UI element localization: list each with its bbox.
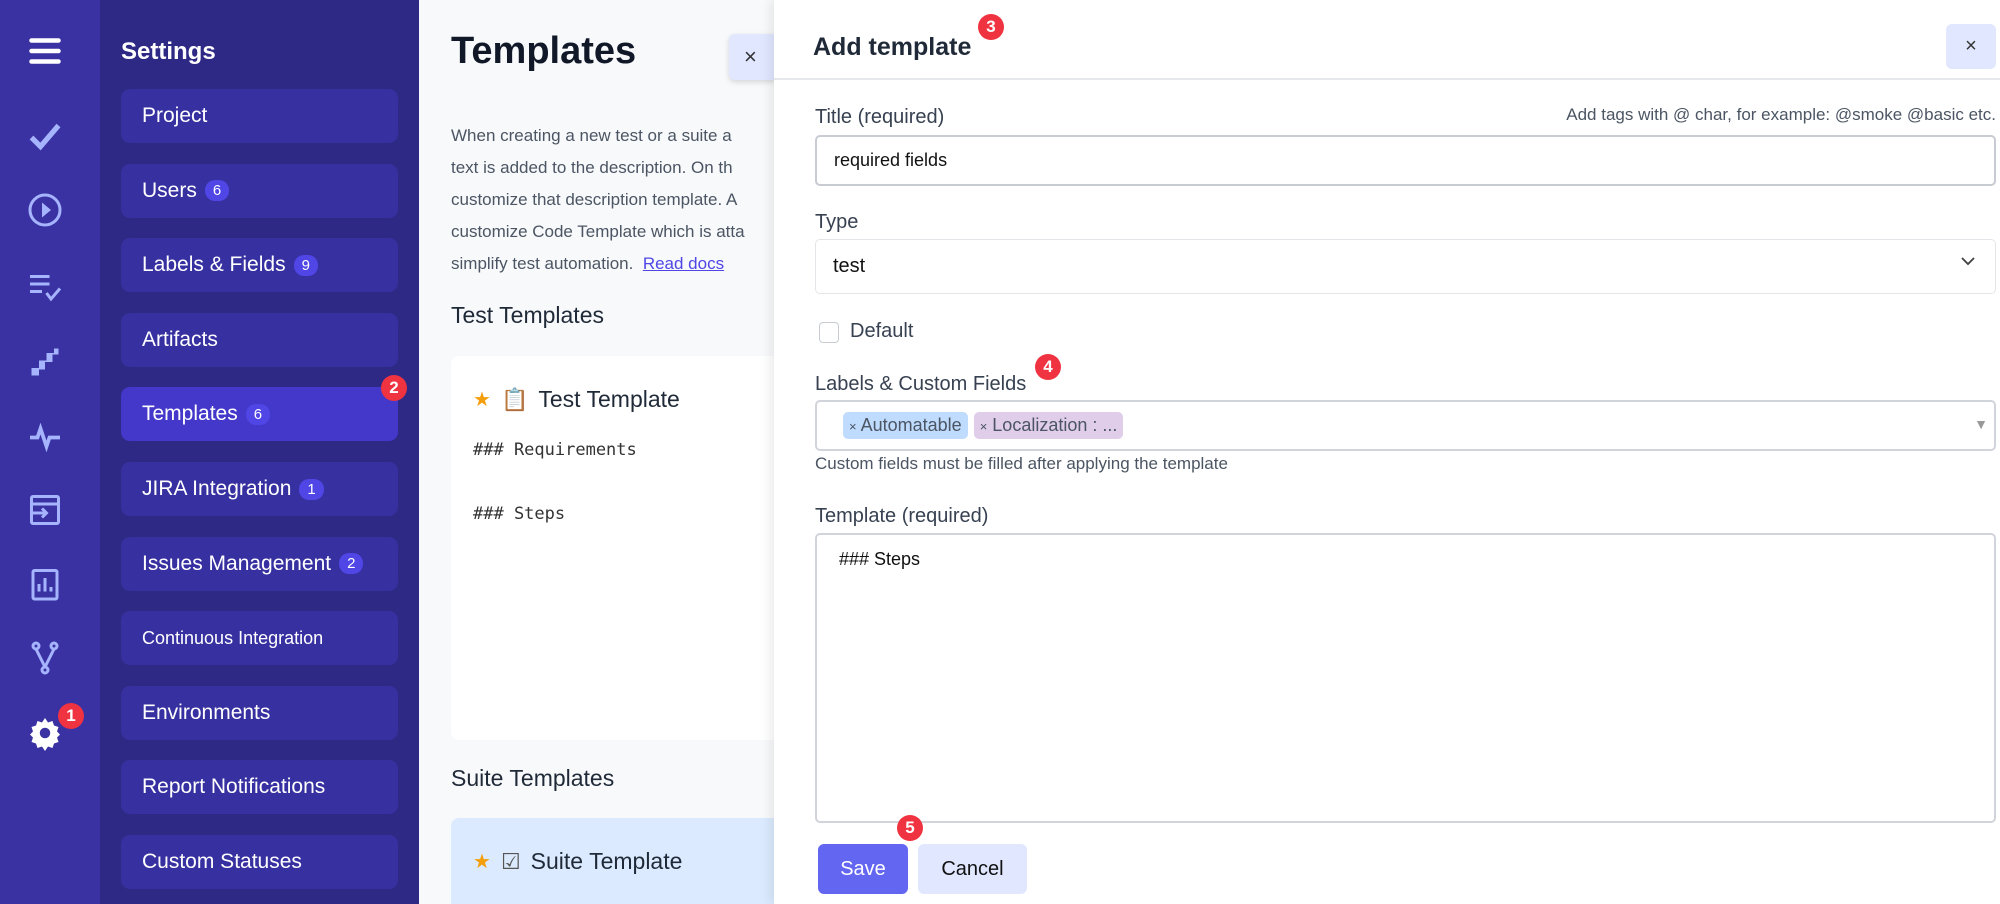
caret-down-icon: ▼ [1974,416,1988,432]
marker-5: 5 [897,815,923,841]
icon-rail: 1 [0,0,100,904]
star-icon: ★ [473,851,491,873]
sidebar-item-label: Continuous Integration [142,627,324,648]
checklist-icon[interactable] [25,267,65,307]
suite-templates-heading: Suite Templates [451,765,615,791]
sidebar-item-label: Project [142,104,208,127]
card-title: Test Template [538,386,680,412]
drawer-title: Add template [813,33,972,61]
check-icon[interactable] [25,116,65,156]
card-line: ### Requirements [473,440,637,460]
type-select[interactable]: test [815,239,1996,294]
count-badge: 2 [339,553,364,575]
sidebar-item-project[interactable]: Project [121,89,398,143]
sidebar-item-custom-statuses[interactable]: Custom Statuses [121,835,398,889]
test-templates-heading: Test Templates [451,302,604,328]
chip-label: Localization : ... [992,415,1118,435]
description-line: customize Code Template which is atta [451,222,745,241]
default-label: Default [850,320,914,342]
description-line: simplify test automation. [451,254,634,273]
sidebar-item-templates[interactable]: Templates 6 [121,387,398,442]
branch-icon[interactable] [25,638,65,678]
marker-4: 4 [1035,354,1061,380]
sidebar-item-users[interactable]: Users 6 [121,163,398,218]
sidebar-item-report-notifications[interactable]: Report Notifications [121,760,398,815]
pulse-icon[interactable] [25,416,65,456]
count-badge: 9 [293,254,318,276]
template-value: ### Steps [839,549,921,569]
description-line: customize that description template. A [451,190,738,209]
read-docs-link[interactable]: Read docs [643,254,724,273]
custom-fields-help: Custom fields must be filled after apply… [815,454,1228,473]
settings-nav: Settings Project Users 6 Labels & Fields 9 Ar… [100,0,419,904]
suite-template-card[interactable]: ★ ☑ Suite Template [451,818,774,904]
labels-label: Labels & Custom Fields [815,373,1027,395]
star-icon: ★ [473,389,491,411]
description-line: When creating a new test or a suite a [451,126,732,145]
sidebar-item-continuous-integration[interactable]: Continuous Integration [121,611,398,666]
count-badge: 6 [245,403,271,425]
labels-multiselect[interactable]: × Automatable × Localization : ... ▼ [815,400,1996,451]
title-label: Title (required) [815,106,945,128]
sidebar-item-label: Environments [142,700,271,724]
sidebar-item-label: Templates [142,402,238,426]
sidebar-item-jira-integration[interactable]: JIRA Integration 1 [121,462,398,516]
sidebar-item-label: Users [142,178,197,202]
tags-hint: Add tags with @ char, for example: @smok… [1566,105,1996,124]
template-label: Template (required) [815,505,989,527]
sidebar-item-artifacts[interactable]: Artifacts [121,312,398,367]
title-value: required fields [834,150,948,170]
close-drawer-button[interactable]: × [1946,24,1996,69]
import-icon[interactable] [25,490,65,530]
settings-title: Settings [121,38,216,65]
clipboard-list-icon: 📋 [500,386,529,412]
chip-label: Automatable [860,415,962,435]
analytics-icon[interactable] [25,564,65,604]
test-template-card[interactable]: ★ 📋 Test Template ### Requirements ### Ste… [451,356,774,740]
marker-3: 3 [978,14,1004,40]
template-textarea[interactable]: ### Steps [815,533,1996,823]
remove-icon[interactable]: × [980,419,988,434]
card-line: ### Steps [473,504,566,524]
sidebar-item-label: Artifacts [142,327,218,351]
default-checkbox[interactable] [819,322,839,343]
marker-1: 1 [58,703,84,729]
sidebar-item-label: Custom Statuses [142,850,302,873]
count-badge: 1 [299,478,324,500]
sidebar-item-issues-management[interactable]: Issues Management 2 [121,536,398,591]
steps-icon[interactable] [25,342,65,382]
type-value: test [833,255,866,277]
page-title: Templates [451,30,637,72]
templates-panel: Templates × When creating a new test or … [419,0,774,904]
type-label: Type [815,211,859,233]
title-input[interactable]: required fields [815,135,1996,186]
cancel-button[interactable]: Cancel [918,844,1027,894]
close-button[interactable]: × [729,34,774,80]
add-template-drawer: Add template 3 × Title (required) Add ta… [774,0,2000,904]
sidebar-item-environments[interactable]: Environments [121,685,398,740]
sidebar-item-label: JIRA Integration [142,477,292,500]
chip-localization[interactable]: × Localization : ... [973,412,1124,439]
description-line: text is added to the description. On th [451,158,733,177]
save-button[interactable]: Save [818,844,908,894]
card-title: Suite Template [530,848,683,874]
chevron-down-icon [1959,252,1977,276]
play-circle-icon[interactable] [25,190,65,230]
menu-icon[interactable] [25,31,65,71]
remove-icon[interactable]: × [849,419,857,434]
sidebar-item-label: Labels & Fields [142,253,286,277]
marker-2: 2 [381,375,407,401]
chip-automatable[interactable]: × Automatable [843,412,968,439]
sidebar-item-label: Issues Management [142,551,332,575]
checkbox-icon: ☑ [500,848,521,874]
count-badge: 6 [204,180,230,202]
sidebar-item-label: Report Notifications [142,775,326,799]
description: When creating a new test or a suite a te… [451,120,774,280]
sidebar-item-labels-fields[interactable]: Labels & Fields 9 [121,238,398,293]
